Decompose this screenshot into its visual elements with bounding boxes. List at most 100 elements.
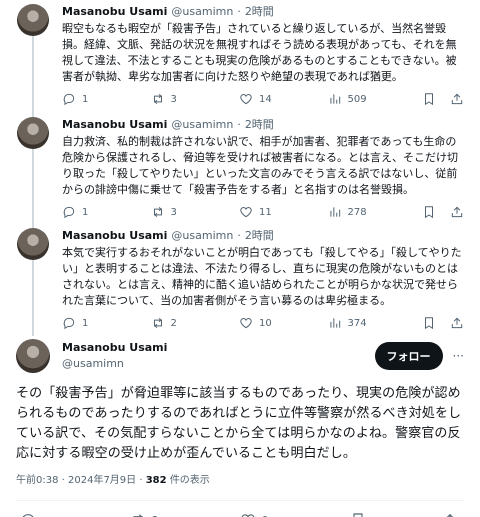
repost-icon: [151, 316, 165, 330]
like-button[interactable]: 11: [239, 205, 273, 219]
heart-icon: [239, 205, 253, 219]
tweet-header: Masanobu Usami @usamimn · 2時間: [62, 117, 466, 133]
tweet-text: その「殺害予告」が脅迫罪等に該当するものであったり、現実の危険が認められるもので…: [16, 386, 462, 461]
tweet-time[interactable]: 2時間: [245, 4, 274, 20]
focused-tweet: Masanobu Usami @usamimn フォロー ··· その「殺害予告…: [0, 330, 480, 517]
reply-button[interactable]: 1: [62, 316, 96, 330]
reply-icon: [62, 205, 76, 219]
repost-icon: [151, 92, 165, 106]
tweet-actions: 1 3 11 278: [62, 205, 466, 219]
like-count: 11: [259, 206, 272, 218]
like-button[interactable]: 10: [239, 316, 273, 330]
author-handle[interactable]: @usamimn: [62, 356, 167, 372]
thread-connector-line: [32, 149, 34, 228]
avatar-rail: [16, 228, 50, 336]
tweet-meta: 午前0:38 · 2024年7月9日 · 382 件の表示: [16, 474, 464, 488]
views-chart-icon: [328, 316, 342, 330]
share-icon[interactable]: [442, 512, 458, 517]
separator-dot: ·: [237, 5, 241, 18]
tweet-thread: Masanobu Usami @usamimn · 2時間 暇空もなるも暇空が「…: [0, 0, 480, 517]
avatar[interactable]: [17, 228, 49, 260]
reply-button[interactable]: 1: [62, 92, 96, 106]
views-count: 509: [347, 93, 367, 105]
more-dots-icon[interactable]: ···: [453, 349, 464, 363]
author-name[interactable]: Masanobu Usami: [62, 117, 167, 133]
author-name[interactable]: Masanobu Usami: [62, 228, 167, 244]
bookmark-icon[interactable]: [350, 512, 366, 517]
like-button[interactable]: 14: [239, 92, 273, 106]
repost-icon: [151, 205, 165, 219]
like-count: 14: [259, 93, 272, 105]
focused-tweet-header: Masanobu Usami @usamimn フォロー ···: [16, 338, 464, 374]
views-button[interactable]: 374: [328, 316, 368, 330]
heart-icon: [239, 92, 253, 106]
views-chart-icon: [328, 205, 342, 219]
views-button[interactable]: 278: [328, 205, 368, 219]
author-handle[interactable]: @usamimn: [171, 228, 233, 244]
repost-button[interactable]: 2: [130, 512, 164, 517]
tweet-secondary-actions: [422, 205, 464, 219]
author-name[interactable]: Masanobu Usami: [62, 4, 167, 20]
reply-count: 1: [82, 206, 89, 218]
tweet-time[interactable]: 2時間: [245, 228, 274, 244]
tweet[interactable]: Masanobu Usami @usamimn · 2時間 本気で実行するおそれ…: [0, 222, 480, 336]
heart-icon: [240, 512, 256, 517]
share-icon[interactable]: [450, 92, 464, 106]
author-block: Masanobu Usami @usamimn: [62, 340, 167, 372]
tweet-timestamp[interactable]: 午前0:38 · 2024年7月9日 ·: [16, 475, 146, 486]
tweet-actions: 1 2 10 374: [62, 316, 466, 330]
repost-count: 2: [170, 317, 177, 329]
tweet[interactable]: Masanobu Usami @usamimn · 2時間 自力救済、私的制裁は…: [0, 111, 480, 228]
repost-count: 3: [170, 206, 177, 218]
reply-icon: [20, 512, 36, 517]
repost-button[interactable]: 3: [151, 205, 185, 219]
avatar[interactable]: [16, 339, 50, 373]
separator-dot: ·: [237, 229, 241, 242]
views-count: 374: [347, 317, 367, 329]
share-icon[interactable]: [450, 316, 464, 330]
tweet-secondary-actions: [422, 316, 464, 330]
tweet-body: Masanobu Usami @usamimn · 2時間 暇空もなるも暇空が「…: [62, 4, 466, 111]
author-name[interactable]: Masanobu Usami: [62, 340, 167, 356]
views-count: 382: [145, 475, 167, 486]
thread-connector-line: [32, 260, 34, 336]
bookmark-icon[interactable]: [422, 92, 436, 106]
views-label: 件の表示: [166, 475, 210, 486]
views-button[interactable]: 509: [328, 92, 368, 106]
bookmark-icon[interactable]: [422, 316, 436, 330]
tweet-text: 暇空もなるも暇空が「殺害予告」されていると繰り返しているが、当然名誉毀損。経緯、…: [62, 22, 457, 83]
tweet-header: Masanobu Usami @usamimn · 2時間: [62, 4, 466, 20]
reply-icon: [62, 92, 76, 106]
tweet-time[interactable]: 2時間: [245, 117, 274, 133]
share-icon[interactable]: [450, 205, 464, 219]
reply-button[interactable]: 1: [62, 205, 96, 219]
repost-icon: [130, 512, 146, 517]
reply-count: 1: [82, 93, 89, 105]
tweet-text: 自力救済、私的制裁は許されない訳で、相手が加害者、犯罪者であっても生命の危険から…: [62, 135, 458, 196]
views-chart-icon: [328, 92, 342, 106]
tweet-body: Masanobu Usami @usamimn · 2時間 本気で実行するおそれ…: [62, 228, 466, 330]
author-handle[interactable]: @usamimn: [171, 4, 233, 20]
tweet-actions: 1 3 14 509: [62, 92, 466, 106]
thread-connector-line: [32, 36, 34, 117]
like-button[interactable]: 9: [240, 512, 274, 517]
heart-icon: [239, 316, 253, 330]
repost-count: 3: [170, 93, 177, 105]
like-count: 10: [259, 317, 272, 329]
views-count: 278: [347, 206, 367, 218]
separator-dot: ·: [237, 118, 241, 131]
bookmark-icon[interactable]: [422, 205, 436, 219]
tweet[interactable]: Masanobu Usami @usamimn · 2時間 暇空もなるも暇空が「…: [0, 0, 480, 117]
avatar-rail: [16, 117, 50, 228]
follow-button[interactable]: フォロー: [374, 342, 443, 370]
repost-button[interactable]: 3: [151, 92, 185, 106]
reply-button[interactable]: [20, 512, 54, 517]
reply-icon: [62, 316, 76, 330]
tweet-body: Masanobu Usami @usamimn · 2時間 自力救済、私的制裁は…: [62, 117, 466, 222]
repost-button[interactable]: 2: [151, 316, 185, 330]
tweet-actions: 2 9: [16, 501, 464, 517]
avatar[interactable]: [17, 4, 49, 36]
author-handle[interactable]: @usamimn: [171, 117, 233, 133]
tweet-header: Masanobu Usami @usamimn · 2時間: [62, 228, 466, 244]
avatar[interactable]: [17, 117, 49, 149]
